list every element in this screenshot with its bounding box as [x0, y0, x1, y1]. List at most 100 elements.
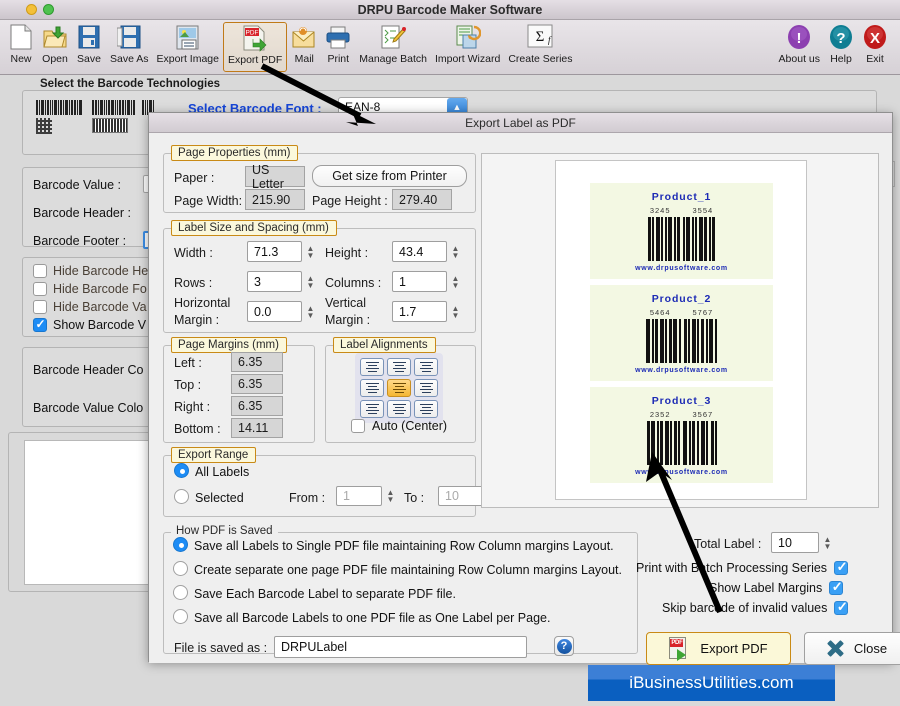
save-each-label-radio[interactable]	[173, 585, 188, 600]
paper-value[interactable]: US Letter	[245, 163, 305, 191]
minimize-button[interactable]	[26, 4, 37, 15]
toolbar-import-wizard-button[interactable]: Import Wizard	[431, 22, 504, 72]
get-size-from-printer-button[interactable]: Get size from Printer	[312, 165, 467, 187]
horizontal-margin-stepper[interactable]: ▲ ▼	[304, 301, 317, 322]
to-input[interactable]: 10	[438, 486, 484, 506]
close-dialog-button[interactable]: Close	[804, 632, 900, 665]
selected-range-radio[interactable]	[174, 489, 189, 504]
margin-bottom-value[interactable]: 14.11	[231, 418, 283, 438]
pdf-preview-page: Product_1 3245 3554 www.drpusoftware.com…	[555, 160, 807, 500]
width-stepper[interactable]: ▲ ▼	[304, 241, 317, 262]
skip-invalid-barcodes-checkbox[interactable]: Skip barcode of invalid values	[662, 599, 849, 615]
qr-code-icon	[36, 118, 52, 134]
align-bottom-left-button[interactable]	[360, 400, 384, 418]
columns-input[interactable]: 1	[392, 271, 447, 292]
hide-barcode-footer-label: Hide Barcode Fo	[53, 282, 147, 296]
preview-label-2-num-left: 5464	[649, 307, 671, 317]
toolbar-about-button[interactable]: ! About us	[775, 22, 824, 72]
alignment-grid[interactable]	[355, 353, 443, 423]
toolbar-saveas-label: Save As	[110, 53, 149, 65]
horizontal-margin-label-line1: Horizontal	[174, 296, 231, 310]
toolbar-left-group: New Open Save Save As Export Image PDF E…	[4, 22, 577, 72]
export-pdf-dialog: Export Label as PDF Page Properties (mm)…	[148, 112, 900, 665]
save-separate-one-page-radio[interactable]	[173, 561, 188, 576]
align-middle-right-button[interactable]	[414, 379, 438, 397]
toolbar-new-button[interactable]: New	[4, 22, 38, 72]
toolbar-help-button[interactable]: ? Help	[824, 22, 858, 72]
margin-top-value[interactable]: 6.35	[231, 374, 283, 394]
help-question-icon: ?	[828, 22, 854, 52]
toolbar-exit-button[interactable]: X Exit	[858, 22, 892, 72]
toolbar-export-image-button[interactable]: Export Image	[153, 22, 223, 72]
align-bottom-center-button[interactable]	[387, 400, 411, 418]
maximize-button[interactable]	[43, 4, 54, 15]
page-width-label: Page Width:	[174, 194, 243, 208]
checkbox-box	[351, 419, 365, 433]
align-top-center-button[interactable]	[387, 358, 411, 376]
preview-label-1-barcode-icon	[648, 216, 715, 261]
print-batch-series-checkbox[interactable]: Print with Batch Processing Series	[636, 559, 849, 575]
file-saved-as-label: File is saved as :	[174, 641, 268, 655]
pdf417-icon	[92, 118, 128, 133]
horizontal-margin-label-line2: Margin :	[174, 313, 220, 327]
align-middle-left-button[interactable]	[360, 379, 384, 397]
toolbar-new-label: New	[10, 53, 32, 65]
page-height-value: 279.40	[392, 189, 452, 210]
show-barcode-value-checkbox[interactable]: Show Barcode V	[33, 317, 146, 332]
width-input[interactable]: 71.3	[247, 241, 302, 262]
all-labels-radio[interactable]	[174, 463, 189, 478]
paper-label: Paper :	[174, 171, 215, 185]
align-middle-center-button[interactable]	[387, 379, 411, 397]
toolbar-save-button[interactable]: Save	[72, 22, 106, 72]
margin-right-label: Right :	[174, 400, 211, 414]
file-name-input[interactable]: DRPULabel	[274, 636, 527, 658]
window-controls[interactable]	[26, 4, 54, 15]
save-single-pdf-radio[interactable]	[173, 537, 188, 552]
toolbar-mail-button[interactable]: Mail	[287, 22, 321, 72]
align-top-right-button[interactable]	[414, 358, 438, 376]
show-label-margins-checkbox[interactable]: Show Label Margins	[709, 579, 844, 595]
from-label: From :	[289, 491, 326, 505]
preview-label-1-footer: www.drpusoftware.com	[635, 264, 728, 272]
export-pdf-action-label: Export PDF	[700, 641, 768, 656]
toolbar-create-series-button[interactable]: Σf Create Series	[504, 22, 576, 72]
save-single-pdf-label: Save all Labels to Single PDF file maint…	[194, 539, 614, 553]
horizontal-margin-input[interactable]: 0.0	[247, 301, 302, 322]
rows-stepper[interactable]: ▲ ▼	[304, 271, 317, 292]
vertical-margin-input[interactable]: 1.7	[392, 301, 447, 322]
from-input[interactable]: 1	[336, 486, 382, 506]
vertical-margin-stepper[interactable]: ▲ ▼	[449, 301, 462, 322]
columns-stepper[interactable]: ▲ ▼	[449, 271, 462, 292]
toolbar-open-button[interactable]: Open	[38, 22, 72, 72]
hide-barcode-value-checkbox[interactable]: Hide Barcode Va	[33, 300, 147, 314]
margin-left-value[interactable]: 6.35	[231, 352, 283, 372]
toolbar-export-pdf-button[interactable]: PDF Export PDF	[222, 22, 288, 72]
toolbar-saveas-button[interactable]: Save As	[106, 22, 153, 72]
toolbar-import-wizard-label: Import Wizard	[434, 53, 501, 65]
align-bottom-right-button[interactable]	[414, 400, 438, 418]
toolbar-right-group: ! About us ? Help X Exit	[775, 22, 892, 72]
barcode-lines-icon	[92, 100, 136, 115]
barcode-header-color-label: Barcode Header Co	[33, 363, 144, 377]
height-input[interactable]: 43.4	[392, 241, 447, 262]
hide-barcode-footer-checkbox[interactable]: Hide Barcode Fo	[33, 282, 147, 296]
barcode-thumb-1[interactable]	[36, 100, 83, 134]
barcode-thumb-2[interactable]	[92, 100, 136, 133]
total-label-label: Total Label :	[694, 537, 762, 551]
rows-input[interactable]: 3	[247, 271, 302, 292]
align-top-left-button[interactable]	[360, 358, 384, 376]
total-label-stepper[interactable]: ▲ ▼	[821, 532, 834, 553]
file-help-button[interactable]: ?	[554, 636, 574, 656]
height-stepper[interactable]: ▲ ▼	[449, 241, 462, 262]
toolbar-print-button[interactable]: Print	[321, 22, 355, 72]
from-stepper[interactable]: ▲ ▼	[384, 486, 397, 506]
export-pdf-action-button[interactable]: PDF Export PDF	[646, 632, 791, 665]
auto-center-checkbox[interactable]: Auto (Center)	[351, 419, 447, 433]
toolbar-manage-batch-button[interactable]: Manage Batch	[355, 22, 431, 72]
margin-right-value[interactable]: 6.35	[231, 396, 283, 416]
toolbar-print-label: Print	[327, 53, 350, 65]
save-one-label-per-page-radio[interactable]	[173, 609, 188, 624]
toolbar-manage-batch-label: Manage Batch	[359, 53, 427, 65]
total-label-input[interactable]: 10	[771, 532, 819, 553]
hide-barcode-header-checkbox[interactable]: Hide Barcode He	[33, 264, 148, 278]
